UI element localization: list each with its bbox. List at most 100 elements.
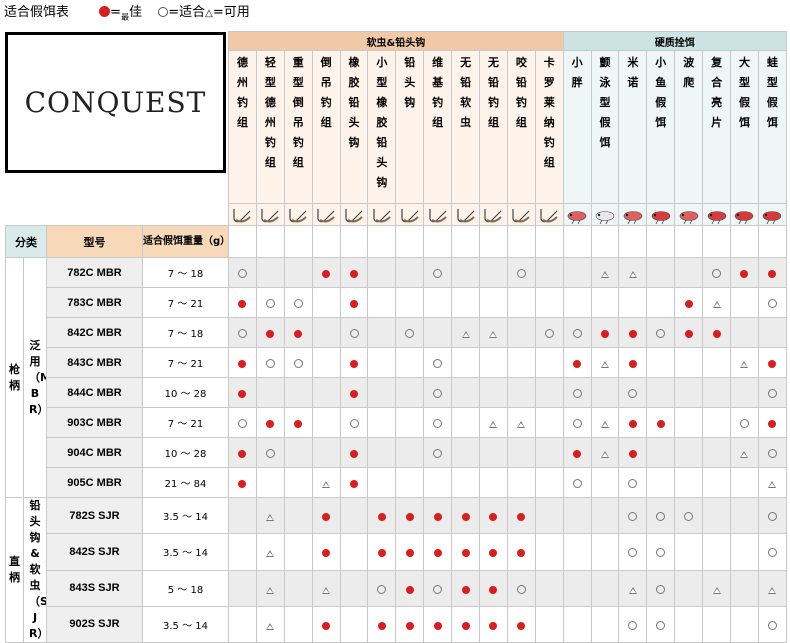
best-dot-icon (266, 330, 275, 338)
rating-cell (283, 605, 313, 643)
lure-name-15: 小鱼假饵 (646, 50, 676, 204)
suitable-circle-icon (767, 512, 777, 522)
best-dot-icon (573, 450, 582, 458)
lure-name-label: 小鱼假饵 (655, 56, 667, 129)
best-dot-icon (768, 360, 777, 368)
best-dot-icon (433, 549, 442, 558)
rating-cell (228, 347, 257, 378)
model-cell: 842S SJR (46, 533, 143, 571)
rating-cell (255, 317, 285, 348)
lure-name-0: 德州钓组 (228, 50, 257, 204)
rating-cell (590, 569, 620, 607)
lure-name-11: 卡罗莱纳钓组 (534, 50, 564, 204)
best-dot-icon (405, 621, 414, 630)
table-row: 903C MBR 7 ～ 21 (6, 407, 787, 438)
rating-cell (590, 467, 620, 498)
rating-cell (479, 467, 508, 498)
suitable-circle-icon (656, 584, 666, 594)
usable-triangle-icon (740, 361, 749, 368)
rating-cell (395, 317, 425, 348)
rating-cell (479, 377, 508, 408)
suitable-circle-icon (572, 329, 582, 338)
model-cell: 905C MBR (46, 467, 143, 498)
suitable-circle-icon (656, 620, 666, 630)
rating-cell (590, 605, 620, 643)
suitable-circle-icon (628, 548, 638, 558)
best-dot-icon (433, 513, 442, 522)
rating-cell (311, 257, 341, 288)
best-dot-icon (684, 300, 693, 308)
rating-cell (479, 533, 508, 571)
rating-cell (534, 317, 564, 348)
lure-name-5: 小型橡胶铅头钩 (367, 50, 397, 204)
rating-cell (590, 437, 620, 468)
heavy-drop-shot-icon (285, 205, 311, 225)
rating-cell (311, 605, 341, 643)
lure-name-label: 波爬 (683, 56, 695, 89)
rating-cell (618, 347, 648, 378)
rating-cell (395, 437, 425, 468)
rating-cell (674, 347, 704, 378)
suitable-circle-icon (516, 269, 526, 278)
rating-cell (311, 347, 341, 378)
rating-cell (506, 347, 536, 378)
lure-name-18: 大型假饵 (730, 50, 759, 204)
rating-cell (423, 257, 453, 288)
rating-cell (590, 347, 620, 378)
rating-cell (283, 287, 313, 318)
rating-cell (451, 467, 481, 498)
rating-cell (646, 467, 676, 498)
rating-cell (646, 317, 676, 348)
rating-cell (702, 467, 732, 498)
best-dot-icon (461, 585, 470, 594)
rating-cell (311, 287, 341, 318)
lure-name-7: 维基钓组 (423, 50, 453, 204)
rating-cell (534, 407, 564, 438)
table-row: 902S SJR 3.5 ～ 14 (6, 605, 787, 643)
rating-cell (590, 287, 620, 318)
table-row: 843S SJR 5 ～ 18 (6, 569, 787, 607)
rating-cell (618, 287, 648, 318)
model-cell: 844C MBR (46, 377, 143, 408)
category-cast-sub: 泛用（MBR） (23, 257, 47, 498)
rating-cell (702, 347, 732, 378)
rating-cell (423, 377, 453, 408)
suitable-circle-icon (433, 389, 443, 398)
rating-cell (646, 257, 676, 288)
suitable-circle-icon (237, 269, 247, 278)
suitable-circle-icon (237, 329, 247, 338)
rating-cell (506, 437, 536, 468)
rating-cell (479, 569, 508, 607)
best-dot-icon (350, 480, 358, 488)
rating-cell (730, 569, 759, 607)
lure-name-8: 无铅软虫 (451, 50, 481, 204)
rating-cell (479, 257, 508, 288)
suitable-circle-icon (767, 299, 777, 308)
best-dot-icon (489, 513, 498, 522)
rating-cell (618, 317, 648, 348)
rating-cell (228, 317, 257, 348)
weightless-rig-icon (481, 205, 507, 225)
suitable-circle-icon (433, 419, 443, 428)
usable-triangle-icon (489, 331, 498, 338)
suitable-circle-icon (767, 449, 777, 458)
rating-cell (423, 605, 453, 643)
weight-cell: 7 ～ 21 (142, 347, 229, 378)
table-row: 枪柄泛用（MBR）782C MBR7 ～ 18 (5, 257, 787, 498)
rating-cell (757, 533, 787, 571)
rating-cell (730, 287, 759, 318)
best-dot-icon (405, 585, 414, 594)
rating-cell (618, 605, 648, 643)
rating-cell (311, 569, 341, 607)
lure-name-label: 米诺 (627, 56, 639, 89)
suitable-circle-icon (628, 479, 638, 488)
rating-cell (283, 496, 313, 535)
table-row: 844C MBR 10 ～ 28 (6, 377, 787, 408)
lure-name-9: 无铅钓组 (479, 50, 508, 204)
rubber-jig-icon (341, 205, 367, 225)
rating-cell (228, 467, 257, 498)
suitable-circle-icon (572, 479, 582, 488)
rating-cell (757, 317, 787, 348)
carolina-rig-icon (536, 205, 562, 225)
rating-cell (451, 407, 481, 438)
